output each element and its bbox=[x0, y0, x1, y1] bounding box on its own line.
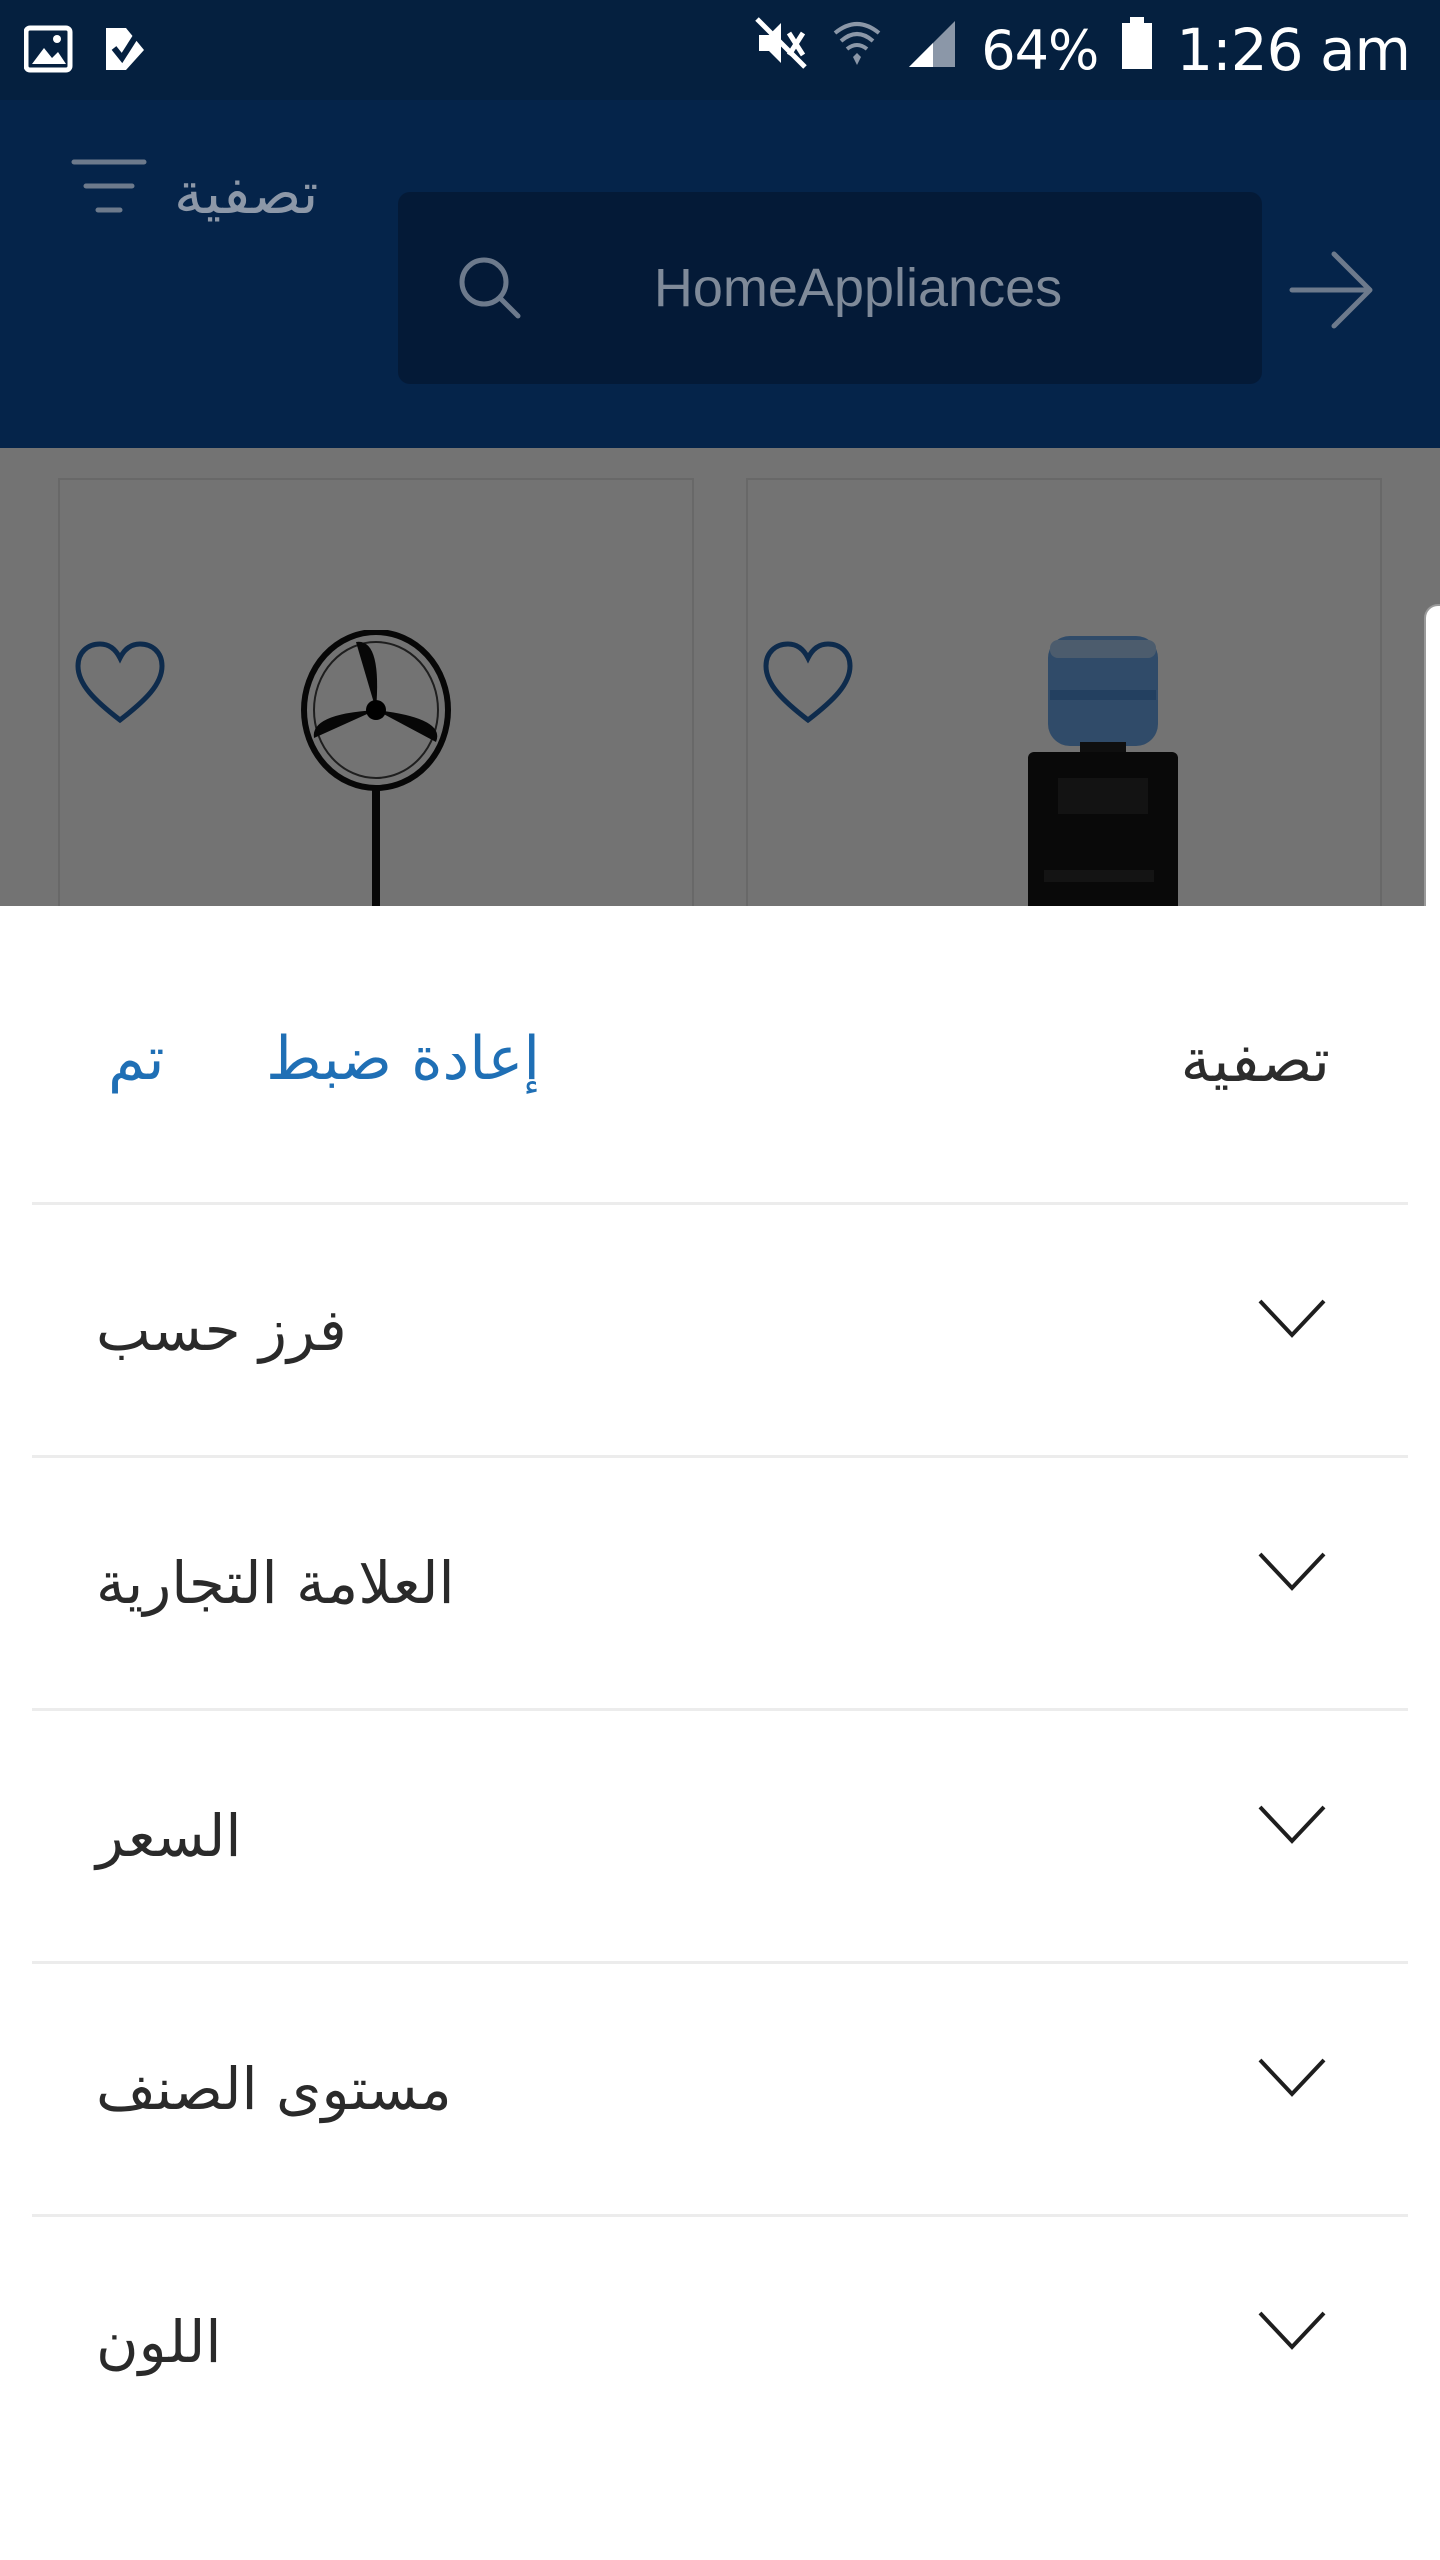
wifi-icon bbox=[831, 15, 883, 85]
filter-row-label: مستوى الصنف bbox=[96, 2055, 452, 2123]
battery-percent: 64% bbox=[981, 18, 1099, 82]
mute-icon bbox=[753, 15, 809, 85]
search-field[interactable]: HomeAppliances bbox=[398, 192, 1262, 384]
search-query: HomeAppliances bbox=[653, 258, 1063, 318]
dim-overlay[interactable] bbox=[0, 448, 1440, 906]
gallery-icon bbox=[23, 24, 74, 78]
chevron-down-icon bbox=[1256, 2309, 1328, 2353]
chevron-down-icon bbox=[1256, 1297, 1328, 1341]
sheet-title: تصفية bbox=[1180, 1026, 1330, 1096]
header-filter-button[interactable]: تصفية bbox=[70, 148, 318, 238]
filter-row-label: فرز حسب bbox=[96, 1296, 347, 1364]
header-filter-label: تصفية bbox=[174, 159, 319, 227]
task-check-icon bbox=[102, 24, 148, 78]
chevron-down-icon bbox=[1256, 1550, 1328, 1594]
filter-row-price[interactable]: السعر bbox=[32, 1711, 1408, 1961]
filter-lines-icon bbox=[70, 156, 148, 230]
signal-icon bbox=[905, 15, 959, 85]
screen: 64% 1:26 am تصفية HomeAppliances تصفية إ… bbox=[0, 0, 1440, 2560]
done-button[interactable]: تم bbox=[108, 1024, 165, 1094]
reset-button[interactable]: إعادة ضبط bbox=[266, 1024, 540, 1094]
filter-row-label: السعر bbox=[96, 1802, 242, 1870]
filter-row-sort-by[interactable]: فرز حسب bbox=[32, 1205, 1408, 1455]
clock: 1:26 am bbox=[1176, 16, 1411, 84]
filter-row-label: اللون bbox=[96, 2308, 222, 2376]
filter-row-brand[interactable]: العلامة التجارية bbox=[32, 1458, 1408, 1708]
filter-row-label: العلامة التجارية bbox=[96, 1549, 455, 1617]
battery-icon bbox=[1120, 15, 1154, 85]
status-bar: 64% 1:26 am bbox=[0, 0, 1440, 100]
sheet-header: تصفية إعادة ضبط تم bbox=[0, 906, 1440, 1204]
filter-sheet: تصفية إعادة ضبط تم فرز حسب العلامة التجا… bbox=[0, 906, 1440, 2560]
filter-row-category-level[interactable]: مستوى الصنف bbox=[32, 1964, 1408, 2214]
filter-row-color[interactable]: اللون bbox=[32, 2217, 1408, 2467]
chevron-down-icon bbox=[1256, 1803, 1328, 1847]
forward-arrow-icon[interactable] bbox=[1284, 242, 1380, 338]
chevron-down-icon bbox=[1256, 2056, 1328, 2100]
